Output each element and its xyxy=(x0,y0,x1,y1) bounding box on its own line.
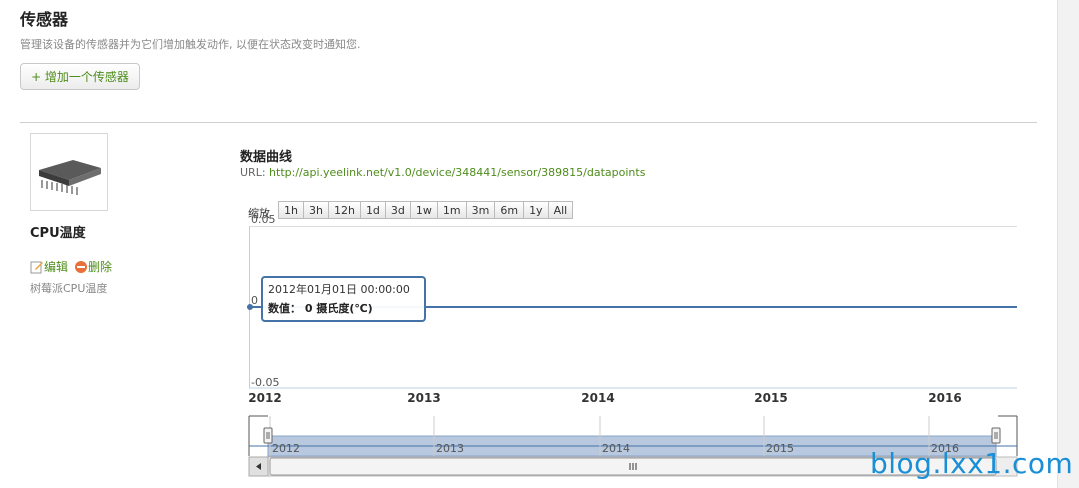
x-tick-label: 2015 xyxy=(754,391,787,405)
x-tick-label: 2013 xyxy=(407,391,440,405)
navigator-handle[interactable] xyxy=(263,427,273,444)
navigator-tick-label: 2013 xyxy=(436,442,464,455)
tooltip-value: 数值： 0 摄氏度(℃) xyxy=(268,302,373,315)
navigator-tick-label: 2012 xyxy=(272,442,300,455)
x-tick-label: 2014 xyxy=(581,391,614,405)
tooltip-date: 2012年01月01日 00:00:00 xyxy=(268,283,410,296)
y-tick-label: 0.05 xyxy=(251,213,276,226)
data-point xyxy=(247,304,253,310)
y-tick-label: -0.05 xyxy=(251,376,279,389)
navigator-handle[interactable] xyxy=(991,427,1001,444)
navigator-tick-label: 2015 xyxy=(766,442,794,455)
x-tick-label: 2012 xyxy=(248,391,281,405)
navigator-tick-label: 2014 xyxy=(602,442,630,455)
watermark: blog.lxx1.com xyxy=(870,447,1074,480)
chart-tooltip: 2012年01月01日 00:00:00 数值： 0 摄氏度(℃) xyxy=(261,276,426,322)
line-chart: 0.050-0.052012 2013 2014 2015 20162012 2013 20… xyxy=(247,213,1018,477)
x-tick-label: 2016 xyxy=(928,391,961,405)
